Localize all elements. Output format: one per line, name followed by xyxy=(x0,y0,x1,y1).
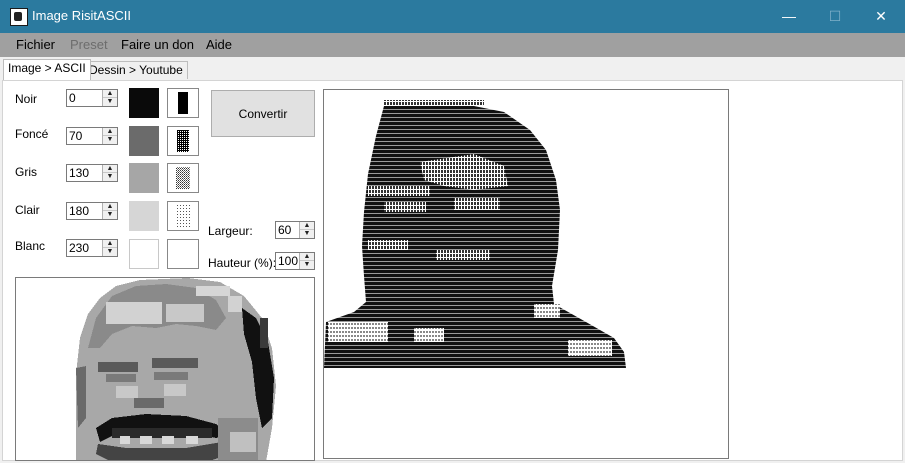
level-gris-pattern[interactable] xyxy=(167,163,199,193)
spin-up-icon[interactable]: ▲ xyxy=(103,128,117,136)
level-clair-input[interactable] xyxy=(67,203,105,219)
spin-up-icon[interactable]: ▲ xyxy=(300,253,314,261)
spin-up-icon[interactable]: ▲ xyxy=(103,203,117,211)
level-label-noir: Noir xyxy=(15,92,38,106)
light-dots-pattern-icon xyxy=(176,205,190,227)
spin-up-icon[interactable]: ▲ xyxy=(300,222,314,230)
level-fonce-input[interactable] xyxy=(67,128,105,144)
ascii-art-image xyxy=(324,100,626,368)
level-clair-spinner[interactable]: ▲ ▼ xyxy=(66,202,118,220)
menu-donate[interactable]: Faire un don xyxy=(121,37,194,52)
width-label: Largeur: xyxy=(208,224,253,238)
level-fonce-swatch[interactable] xyxy=(129,126,159,156)
level-label-fonce: Foncé xyxy=(15,127,49,141)
source-image-preview xyxy=(15,277,315,461)
dense-dots-pattern-icon xyxy=(177,130,189,152)
spin-up-icon[interactable]: ▲ xyxy=(103,165,117,173)
menu-help[interactable]: Aide xyxy=(206,37,232,52)
spin-up-icon[interactable]: ▲ xyxy=(103,240,117,248)
image-ascii-panel: Noir ▲ ▼ Foncé ▲ ▼ Gris xyxy=(2,80,903,461)
level-clair-pattern[interactable] xyxy=(167,201,199,231)
spin-down-icon[interactable]: ▼ xyxy=(103,211,117,219)
height-spinner[interactable]: ▲ ▼ xyxy=(275,252,315,270)
level-noir-spinner[interactable]: ▲ ▼ xyxy=(66,89,118,107)
level-gris-spinner[interactable]: ▲ ▼ xyxy=(66,164,118,182)
ascii-output xyxy=(323,89,729,459)
tab-strip: Image > ASCII Dessin > Youtube xyxy=(0,57,905,81)
menu-preset[interactable]: Preset xyxy=(70,37,108,52)
spin-down-icon[interactable]: ▼ xyxy=(103,248,117,256)
close-button[interactable]: ✕ xyxy=(858,0,904,33)
medium-dots-pattern-icon xyxy=(176,167,190,189)
tab-dessin-youtube[interactable]: Dessin > Youtube xyxy=(84,61,188,79)
spin-down-icon[interactable]: ▼ xyxy=(300,261,314,269)
spin-down-icon[interactable]: ▼ xyxy=(103,173,117,181)
face-image xyxy=(16,278,314,460)
height-label: Hauteur (%): xyxy=(208,256,277,270)
spin-up-icon[interactable]: ▲ xyxy=(103,90,117,98)
level-label-gris: Gris xyxy=(15,165,37,179)
level-fonce-spinner[interactable]: ▲ ▼ xyxy=(66,127,118,145)
solid-black-pattern-icon xyxy=(178,92,188,114)
blank-pattern-icon xyxy=(168,240,198,268)
tab-image-ascii[interactable]: Image > ASCII xyxy=(3,59,91,80)
width-spinner[interactable]: ▲ ▼ xyxy=(275,221,315,239)
window-title: Image RisitASCII xyxy=(32,8,131,23)
app-icon xyxy=(10,8,28,26)
menu-file[interactable]: Fichier xyxy=(16,37,55,52)
level-label-clair: Clair xyxy=(15,203,40,217)
maximize-button[interactable]: ☐ xyxy=(812,0,858,33)
level-clair-swatch[interactable] xyxy=(129,201,159,231)
app-window: Image RisitASCII — ☐ ✕ Fichier Preset Fa… xyxy=(0,0,905,463)
title-bar[interactable]: Image RisitASCII — ☐ ✕ xyxy=(0,0,905,33)
level-gris-swatch[interactable] xyxy=(129,163,159,193)
level-label-blanc: Blanc xyxy=(15,239,46,253)
spin-down-icon[interactable]: ▼ xyxy=(103,136,117,144)
spin-down-icon[interactable]: ▼ xyxy=(103,98,117,106)
convert-button[interactable]: Convertir xyxy=(211,90,315,137)
level-blanc-pattern[interactable] xyxy=(167,239,199,269)
level-noir-input[interactable] xyxy=(67,90,105,106)
menu-bar: Fichier Preset Faire un don Aide xyxy=(0,33,905,57)
level-blanc-swatch[interactable] xyxy=(129,239,159,269)
minimize-button[interactable]: — xyxy=(766,0,812,33)
spin-down-icon[interactable]: ▼ xyxy=(300,230,314,238)
level-gris-input[interactable] xyxy=(67,165,105,181)
level-noir-pattern[interactable] xyxy=(167,88,199,118)
level-fonce-pattern[interactable] xyxy=(167,126,199,156)
level-noir-swatch[interactable] xyxy=(129,88,159,118)
level-blanc-input[interactable] xyxy=(67,240,105,256)
level-blanc-spinner[interactable]: ▲ ▼ xyxy=(66,239,118,257)
